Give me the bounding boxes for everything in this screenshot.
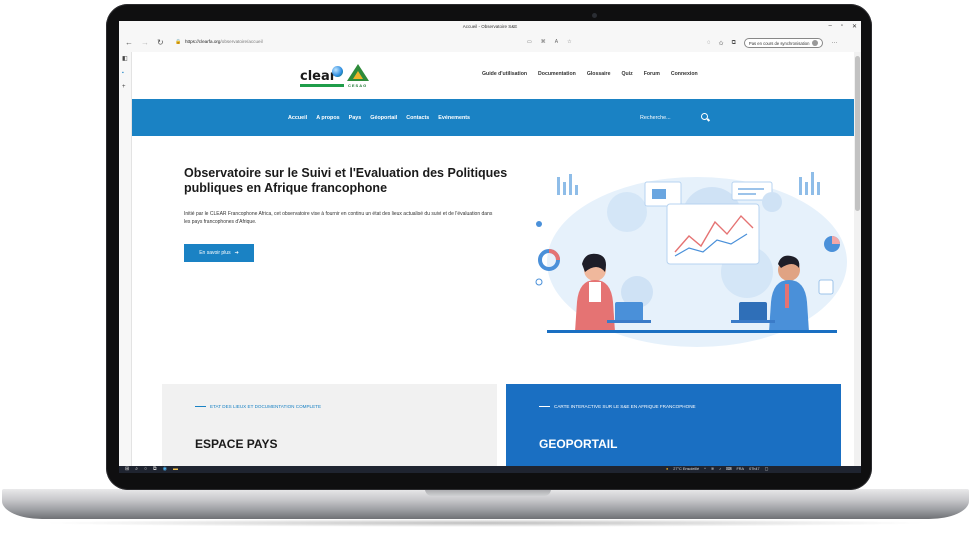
collections-icon[interactable]: ⧉ (732, 40, 736, 47)
top-nav-connexion[interactable]: Connexion (671, 71, 698, 77)
arrow-right-icon: ➔ (234, 250, 239, 256)
url-host: https://clearfa.org (185, 39, 221, 44)
web-page: clear CESAG Guide d'utilisation Document… (132, 52, 854, 466)
cesag-label: CESAG (348, 83, 368, 88)
top-nav: Guide d'utilisation Documentation Glossa… (482, 71, 698, 77)
browser-titlebar: Accueil - Observatoire S&E – ▫ ✕ (119, 21, 861, 35)
file-explorer-icon[interactable]: ▬ (173, 466, 178, 473)
geoportail-card[interactable]: CARTE INTERACTIVE SUR LE S&E EN AFRIQUE … (506, 384, 841, 466)
language-indicator[interactable]: FRA (736, 466, 744, 473)
card-kicker-text: CARTE INTERACTIVE SUR LE S&E EN AFRIQUE … (554, 404, 696, 409)
search-icon[interactable] (701, 113, 708, 120)
sync-label: Pas en cours de synchronisation (748, 40, 810, 46)
webcam-icon (592, 13, 597, 18)
system-tray: ● 27°C Ensoleillé ^ ≋ ♪ ⌨ FRA 07h47 ▢ (666, 466, 768, 473)
espace-pays-card[interactable]: ETAT DES LIEUX ET DOCUMENTATION COMPLETE… (162, 384, 497, 466)
main-nav-bar: Accueil A propos Pays Géoportail Contact… (132, 99, 854, 136)
kicker-line (195, 406, 206, 407)
more-icon[interactable]: ··· (831, 40, 837, 46)
cesag-inner-triangle-icon (353, 71, 363, 79)
top-nav-quiz[interactable]: Quiz (621, 71, 632, 77)
card-kicker: CARTE INTERACTIVE SUR LE S&E EN AFRIQUE … (539, 404, 696, 409)
grid-icon[interactable]: ⌘ (541, 39, 546, 45)
analytics-illustration (535, 172, 847, 347)
laptop-screen: Accueil - Observatoire S&E – ▫ ✕ ← → ↻ 🔒… (119, 21, 861, 473)
refresh-icon[interactable]: ↻ (157, 38, 164, 47)
laptop-shadow (40, 519, 931, 527)
top-nav-glossaire[interactable]: Glossaire (587, 71, 611, 77)
browser-sidebar: ◧ ▪ + (119, 52, 132, 466)
windows-taskbar: ⊞ ⌕ ○ ⧉ ◉ ▬ ● 27°C Ensoleillé ^ ≋ ♪ ⌨ FR… (119, 466, 861, 473)
laptop-notch (425, 489, 551, 496)
nav-pays[interactable]: Pays (349, 115, 362, 121)
window-controls: – ▫ ✕ (828, 23, 857, 30)
url-field[interactable]: https://clearfa.org/observatoire/accueil (185, 39, 263, 44)
logo-underline (300, 84, 344, 87)
nav-geoportail[interactable]: Géoportail (370, 115, 397, 121)
hero-description: Initié par le CLEAR Francophone Africa, … (184, 211, 493, 225)
nav-contacts[interactable]: Contacts (406, 115, 429, 121)
lock-icon[interactable]: 🔒 (175, 39, 181, 45)
network-icon[interactable]: ≋ (711, 466, 714, 473)
keyboard-icon[interactable]: ⌨ (726, 466, 731, 473)
kicker-line (539, 406, 550, 407)
weather-icon[interactable]: ● (666, 466, 668, 473)
page-scrollbar[interactable] (854, 52, 861, 466)
read-aloud-icon[interactable]: A (555, 39, 558, 45)
learn-more-button[interactable]: En savoir plus ➔ (184, 244, 254, 262)
globe-icon (332, 66, 343, 77)
edge-icon[interactable]: ◉ (163, 466, 167, 473)
favorite-add-icon[interactable]: ☆ (567, 39, 571, 45)
taskbar-apps: ⊞ ⌕ ○ ⧉ ◉ ▬ (125, 466, 178, 473)
card-kicker: ETAT DES LIEUX ET DOCUMENTATION COMPLETE (195, 404, 321, 409)
url-path: /observatoire/accueil (220, 39, 263, 44)
weather-text[interactable]: 27°C Ensoleillé (673, 466, 699, 473)
nav-accueil[interactable]: Accueil (288, 115, 307, 121)
logo-text: clear (300, 69, 337, 84)
close-icon[interactable]: ✕ (852, 23, 857, 30)
maximize-icon[interactable]: ▫ (841, 23, 843, 30)
site-favicon-icon[interactable]: ▪ (122, 70, 124, 76)
minimize-icon[interactable]: – (828, 23, 831, 30)
address-bar: ← → ↻ 🔒 https://clearfa.org/observatoire… (119, 35, 861, 53)
tray-chevron-icon[interactable]: ^ (704, 466, 706, 473)
volume-icon[interactable]: ♪ (719, 466, 721, 473)
extensions-icon[interactable]: ◌ (707, 40, 711, 46)
reader-view-icon[interactable]: ▭ (527, 39, 532, 45)
main-nav: Accueil A propos Pays Géoportail Contact… (288, 115, 470, 121)
card-kicker-text: ETAT DES LIEUX ET DOCUMENTATION COMPLETE (210, 404, 322, 409)
task-view-icon[interactable]: ⧉ (153, 466, 157, 473)
favorites-icon[interactable]: ✩ (719, 40, 724, 47)
card-title: GEOPORTAIL (539, 437, 618, 451)
clock[interactable]: 07h47 (749, 466, 760, 473)
tab-actions-icon[interactable]: ◧ (122, 55, 128, 62)
page-title: Observatoire sur le Suivi et l'Evaluatio… (184, 166, 508, 195)
nav-evenements[interactable]: Evénements (438, 115, 470, 121)
new-tab-icon[interactable]: + (122, 84, 126, 90)
tab-title[interactable]: Accueil - Observatoire S&E (119, 24, 861, 29)
toolbar-right: ◌ ✩ ⧉ Pas en cours de synchronisation ··… (707, 38, 837, 48)
cortana-icon[interactable]: ○ (144, 466, 147, 473)
address-actions: ▭ ⌘ A ☆ (527, 39, 572, 45)
back-icon[interactable]: ← (125, 38, 133, 47)
scrollbar-thumb[interactable] (855, 56, 860, 211)
forward-icon[interactable]: → (141, 38, 149, 47)
top-nav-forum[interactable]: Forum (644, 71, 660, 77)
taskbar-search-icon[interactable]: ⌕ (135, 466, 138, 473)
card-title: ESPACE PAYS (195, 437, 278, 451)
nav-a-propos[interactable]: A propos (316, 115, 339, 121)
learn-more-label: En savoir plus (199, 250, 231, 256)
site-logo[interactable]: clear CESAG (300, 62, 375, 92)
top-nav-documentation[interactable]: Documentation (538, 71, 576, 77)
notifications-icon[interactable]: ▢ (765, 466, 769, 473)
sync-button[interactable]: Pas en cours de synchronisation (743, 38, 824, 48)
search-input[interactable]: Recherche... (640, 115, 671, 121)
avatar (812, 40, 819, 46)
windows-start-icon[interactable]: ⊞ (125, 466, 129, 473)
top-nav-guide[interactable]: Guide d'utilisation (482, 71, 527, 77)
